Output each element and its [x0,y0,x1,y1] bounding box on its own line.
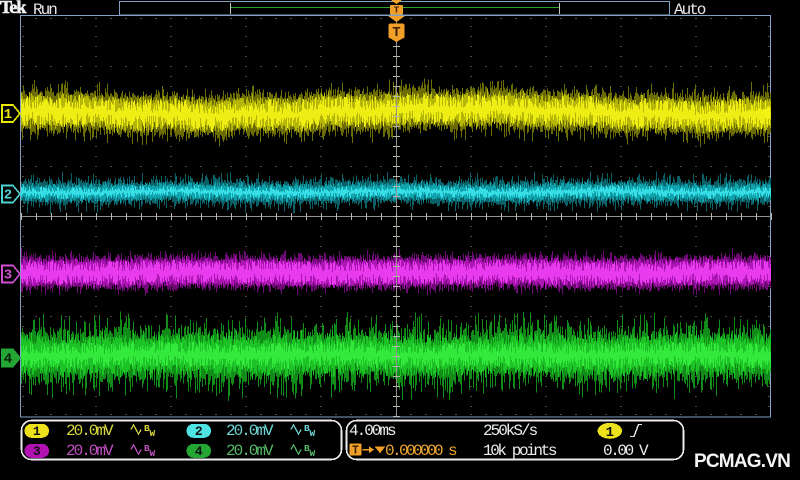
svg-text:4: 4 [4,352,12,368]
svg-text:4: 4 [195,444,203,459]
svg-text:2: 2 [4,188,12,204]
svg-text:T: T [352,445,359,458]
svg-text:W: W [310,428,316,439]
svg-text:T: T [392,25,400,41]
svg-text:T: T [394,5,400,16]
svg-text:2: 2 [195,424,203,439]
svg-text:W: W [150,428,156,439]
svg-text:W: W [310,448,316,459]
svg-text:1: 1 [33,424,41,439]
svg-text:W: W [150,448,156,459]
svg-text:3: 3 [33,444,41,459]
svg-text:1: 1 [4,107,12,123]
svg-text:3: 3 [4,268,12,284]
svg-text:1: 1 [606,425,614,441]
